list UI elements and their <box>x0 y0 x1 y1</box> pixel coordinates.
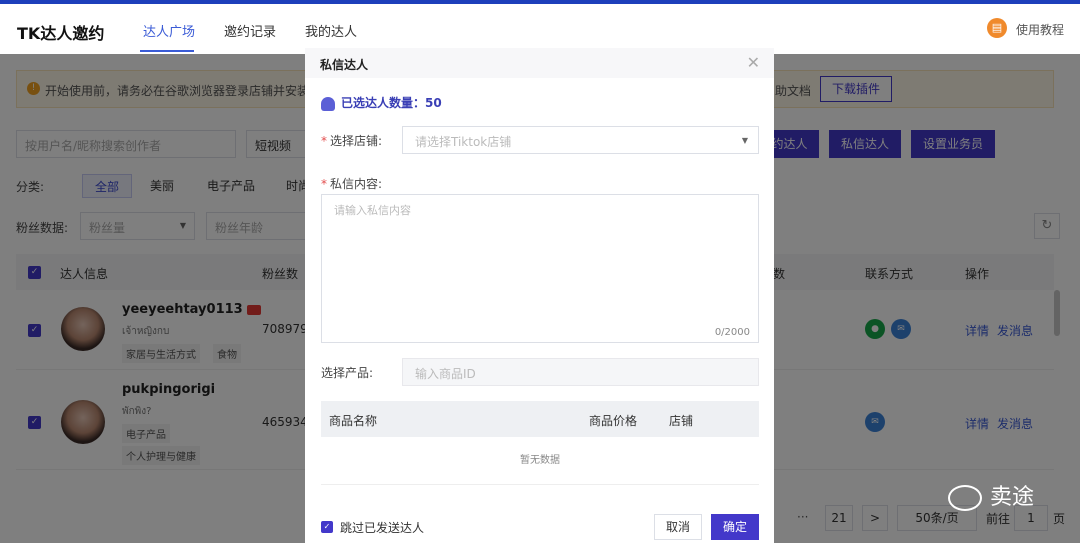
wechat-icon <box>948 485 982 511</box>
message-placeholder: 请输入私信内容 <box>334 204 411 217</box>
book-icon[interactable]: ▤ <box>987 18 1007 38</box>
confirm-button[interactable]: 确定 <box>711 514 759 540</box>
caret-down-icon: ▼ <box>741 136 748 145</box>
product-label: 选择产品: <box>321 366 374 380</box>
tab-invite-records[interactable]: 邀约记录 <box>224 21 276 40</box>
app-page: TK达人邀约 达人广场 邀约记录 我的达人 ▤ 使用教程 ! 开始使用前，请务必… <box>0 0 1080 543</box>
shop-label: * 选择店铺: <box>321 132 382 149</box>
close-icon[interactable]: ✕ <box>747 53 760 72</box>
char-counter: 0/2000 <box>714 327 750 338</box>
message-creator-dialog: 私信达人 ✕ 已选达人数量：50 * 选择店铺: 请选择Tiktok店铺 ▼ * 私信… <box>305 48 774 543</box>
user-icon <box>321 96 335 111</box>
content-label-text: 私信内容: <box>330 177 383 191</box>
active-tab-indicator <box>140 50 194 52</box>
col-product-shop: 店铺 <box>669 414 694 428</box>
shop-label-text: 选择店铺: <box>330 134 383 148</box>
selected-count-label: 已选达人数量： <box>341 96 426 110</box>
content-label: * 私信内容: <box>321 175 382 192</box>
selected-count-value: 50 <box>425 96 442 110</box>
tab-my-creators[interactable]: 我的达人 <box>305 21 357 40</box>
product-id-input[interactable]: 输入商品ID <box>402 358 759 386</box>
required-mark: * <box>321 177 327 191</box>
empty-state: 暂无数据 <box>321 437 759 485</box>
col-product-price: 商品价格 <box>589 414 638 428</box>
tab-creator-square[interactable]: 达人广场 <box>143 21 195 40</box>
dialog-title: 私信达人 <box>320 58 369 72</box>
watermark: 卖途 <box>948 479 1034 511</box>
shop-select[interactable]: 请选择Tiktok店铺 ▼ <box>402 126 759 154</box>
product-table-header: 商品名称 商品价格 店铺 <box>321 401 759 437</box>
help-link[interactable]: 使用教程 <box>1016 21 1064 38</box>
skip-sent-checkbox[interactable]: ✓ <box>321 521 333 533</box>
message-content-textarea[interactable]: 请输入私信内容 0/2000 <box>321 194 759 343</box>
shop-select-placeholder: 请选择Tiktok店铺 <box>415 135 512 149</box>
col-product-name: 商品名称 <box>329 414 378 428</box>
dialog-header: 私信达人 ✕ <box>305 48 774 78</box>
selected-count: 已选达人数量：50 <box>321 94 442 111</box>
watermark-text: 卖途 <box>990 485 1035 510</box>
cancel-button[interactable]: 取消 <box>654 514 702 540</box>
brand-title: TK达人邀约 <box>17 24 105 43</box>
required-mark: * <box>321 134 327 148</box>
top-nav: TK达人邀约 达人广场 邀约记录 我的达人 ▤ 使用教程 <box>0 4 1080 54</box>
skip-sent-label[interactable]: 跳过已发送达人 <box>340 519 424 536</box>
